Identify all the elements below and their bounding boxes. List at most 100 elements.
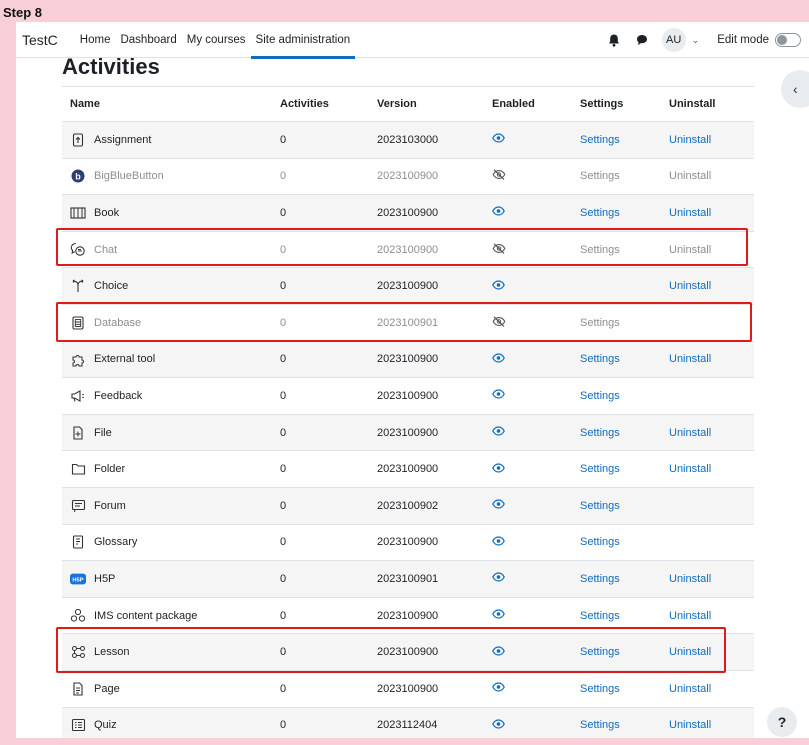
table-row: File 0 2023100900 Settings Uninstall (62, 414, 754, 452)
settings-link[interactable]: Settings (580, 390, 620, 402)
module-name: BigBlueButton (94, 170, 164, 183)
uninstall-link[interactable]: Uninstall (669, 170, 711, 182)
settings-link[interactable]: Settings (580, 500, 620, 512)
settings-link[interactable]: Settings (580, 610, 620, 622)
eye-icon[interactable] (492, 133, 505, 143)
uninstall-link[interactable]: Uninstall (669, 353, 711, 365)
header-enabled: Enabled (492, 98, 535, 110)
uninstall-link[interactable]: Uninstall (669, 463, 711, 475)
settings-link[interactable]: Settings (580, 683, 620, 695)
settings-cell: Settings (580, 427, 669, 439)
settings-link[interactable]: Settings (580, 719, 620, 731)
enabled-cell (492, 499, 580, 512)
header-activities: Activities (280, 98, 329, 110)
module-name: Page (94, 682, 120, 695)
activities-count: 0 (280, 280, 287, 293)
table-row: Forum 0 2023100902 Settings (62, 487, 754, 525)
bell-icon[interactable] (606, 32, 622, 48)
module-name: Quiz (94, 719, 117, 732)
settings-link[interactable]: Settings (580, 170, 620, 182)
eye-icon[interactable] (492, 463, 505, 473)
assignment-icon (70, 132, 86, 148)
settings-link[interactable]: Settings (580, 463, 620, 475)
module-name: Folder (94, 463, 126, 476)
activities-count: 0 (280, 682, 287, 695)
quiz-icon (70, 717, 86, 733)
page-title: Activities (62, 54, 160, 79)
eye-icon[interactable] (492, 499, 505, 509)
uninstall-cell: Uninstall (669, 353, 754, 365)
uninstall-link[interactable]: Uninstall (669, 573, 711, 585)
nav-site-administration[interactable]: Site administration (250, 22, 355, 59)
table-row: Choice 0 2023100900 Uninstall (62, 268, 754, 305)
settings-link[interactable]: Settings (580, 353, 620, 365)
nav-my-courses[interactable]: My courses (187, 22, 246, 58)
enabled-cell (492, 609, 580, 622)
uninstall-link[interactable]: Uninstall (669, 683, 711, 695)
uninstall-link[interactable]: Uninstall (669, 134, 711, 146)
message-icon[interactable] (634, 32, 650, 48)
h5p-icon: H5P (70, 571, 86, 587)
drawer-toggle-button[interactable]: ‹ (781, 70, 809, 108)
eye-icon[interactable] (492, 280, 505, 290)
eye-icon[interactable] (492, 682, 505, 692)
folder-icon (70, 461, 86, 477)
uninstall-link[interactable]: Uninstall (669, 427, 711, 439)
enabled-cell (492, 133, 580, 146)
eye-icon[interactable] (492, 609, 505, 619)
activities-count: 0 (280, 499, 287, 512)
highlight-box-chat (56, 228, 748, 266)
settings-link[interactable]: Settings (580, 536, 620, 548)
eye-icon[interactable] (492, 536, 505, 546)
site-brand[interactable]: TestC (22, 32, 58, 48)
uninstall-cell: Uninstall (669, 427, 754, 439)
settings-link[interactable]: Settings (580, 573, 620, 585)
table-row: Assignment 0 2023103000 Settings Uninstall (62, 122, 754, 159)
uninstall-link[interactable]: Uninstall (669, 207, 711, 219)
uninstall-link[interactable]: Uninstall (669, 610, 711, 622)
module-name: Feedback (94, 389, 143, 402)
settings-cell: Settings (580, 390, 669, 402)
enabled-cell (492, 353, 580, 366)
uninstall-cell: Uninstall (669, 134, 754, 146)
chevron-down-icon[interactable]: ⌄ (692, 35, 700, 46)
eye-icon[interactable] (492, 206, 505, 217)
module-name-cell: Forum (62, 498, 280, 514)
table-row: b BigBlueButton 0 2023100900 Settings Uninsta… (62, 159, 754, 196)
uninstall-link[interactable]: Uninstall (669, 280, 711, 292)
settings-link[interactable]: Settings (580, 427, 620, 439)
module-name-cell: Page (62, 681, 280, 697)
header-name[interactable]: Name (62, 98, 280, 110)
chevron-left-icon: ‹ (793, 81, 798, 97)
help-button[interactable]: ? (767, 707, 797, 737)
file-icon (70, 425, 86, 441)
settings-link[interactable]: Settings (580, 134, 620, 146)
uninstall-cell: Uninstall (669, 280, 754, 292)
settings-link[interactable]: Settings (580, 207, 620, 219)
bigbluebutton-icon: b (70, 168, 86, 184)
nav-home[interactable]: Home (80, 22, 111, 58)
module-version: 2023100902 (377, 499, 439, 512)
enabled-cell (492, 280, 580, 293)
module-version: 2023100900 (377, 426, 439, 439)
module-name-cell: H5P H5P (62, 571, 280, 587)
table-row: Book 0 2023100900 Settings Uninstall (62, 195, 754, 232)
nav-dashboard[interactable]: Dashboard (120, 22, 176, 58)
activities-count: 0 (280, 463, 287, 476)
eye-slash-icon[interactable] (492, 169, 506, 181)
eye-icon[interactable] (492, 389, 505, 400)
eye-icon[interactable] (492, 719, 505, 729)
module-name: H5P (94, 572, 116, 585)
user-avatar[interactable]: AU (661, 28, 686, 52)
uninstall-link[interactable]: Uninstall (669, 719, 711, 731)
settings-cell: Settings (580, 573, 669, 585)
eye-icon[interactable] (492, 426, 505, 436)
eye-icon[interactable] (492, 572, 505, 583)
nav-right-group: AU ⌄ Edit mode (606, 22, 809, 58)
edit-mode-toggle[interactable] (775, 33, 801, 47)
eye-icon[interactable] (492, 353, 505, 363)
settings-cell: Settings (580, 207, 669, 219)
header-version: Version (377, 98, 417, 110)
megaphone-icon (70, 388, 86, 404)
module-name-cell: IMS content package (62, 608, 280, 624)
